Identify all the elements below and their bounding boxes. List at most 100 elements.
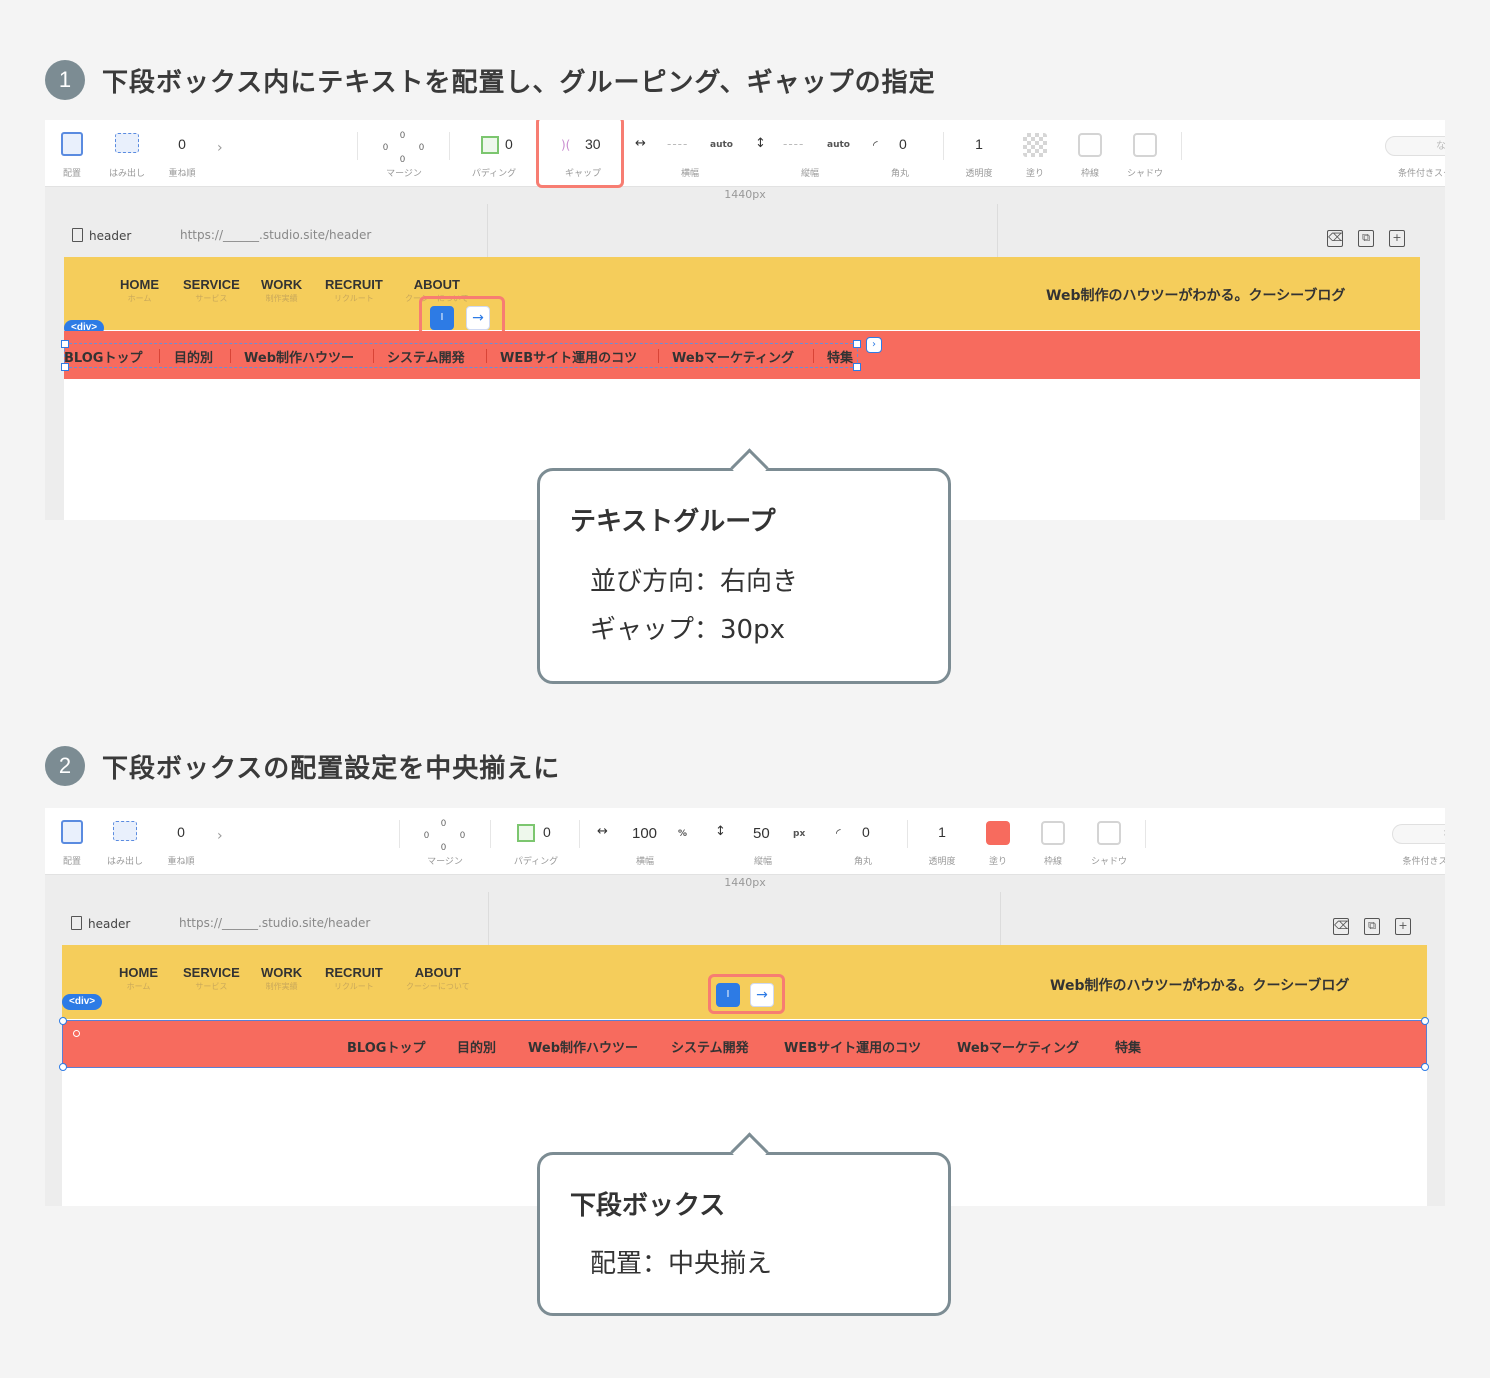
add-page-icon[interactable]: +	[1395, 918, 1411, 935]
blog-nav-item[interactable]: BLOGトップ	[347, 1037, 425, 1056]
page-name[interactable]: header	[71, 916, 130, 931]
resize-handle[interactable]	[853, 363, 861, 371]
z-order-tool[interactable]: 0 重ね順	[167, 120, 197, 186]
nav-item-work[interactable]: WORK 制作実績	[261, 965, 302, 992]
nav-item-service[interactable]: SERVICE サービス	[183, 277, 240, 304]
nav-item-about[interactable]: ABOUT クーシーについて	[406, 965, 470, 992]
width-arrow-icon: ↔	[635, 136, 646, 151]
blog-nav-item[interactable]: Web制作ハウツー	[244, 347, 354, 366]
nav-item-home[interactable]: HOME ホーム	[119, 965, 158, 992]
resize-handle[interactable]	[59, 1017, 67, 1025]
margin-tool[interactable]: 0 0 0 0 マージン	[420, 808, 470, 874]
callout-lower-box: 下段ボックス 配置：中央揃え	[537, 1132, 951, 1316]
page-bar: header https://______.studio.site/header…	[45, 910, 1445, 940]
trash-icon[interactable]: ⌫	[1327, 230, 1344, 247]
placement-tool[interactable]: 配置	[57, 120, 87, 186]
header-lower-box[interactable]: BLOGトップ 目的別 Web制作ハウツー システム開発 WEBサイト運用のコツ…	[59, 1017, 1429, 1071]
resize-handle[interactable]	[1421, 1017, 1429, 1025]
resize-handle[interactable]	[59, 1063, 67, 1071]
fill-tool[interactable]: 塗り	[978, 808, 1018, 874]
chevron-right-icon[interactable]: ›	[217, 828, 223, 844]
chevron-right-icon[interactable]: ›	[217, 140, 223, 156]
border-tool[interactable]: 枠線	[1033, 808, 1073, 874]
div-tag-label: <div>	[62, 994, 103, 1010]
direction-default-button[interactable]: I	[430, 306, 454, 330]
placement-tool[interactable]: 配置	[57, 808, 87, 874]
blog-nav-item[interactable]: システム開発	[671, 1037, 749, 1056]
blog-nav-item[interactable]: BLOGトップ	[64, 347, 142, 366]
corner-radius-icon: ◜	[836, 826, 841, 840]
nav-item-home[interactable]: HOME ホーム	[120, 277, 159, 304]
step-title-1: 下段ボックス内にテキストを配置し、グルーピング、ギャップの指定	[102, 68, 936, 98]
header-lower-box[interactable]: BLOGトップ 目的別 Web制作ハウツー システム開発 WEBサイト運用のコツ…	[61, 331, 1420, 379]
page-name[interactable]: header	[72, 228, 131, 243]
blog-nav-item[interactable]: 目的別	[457, 1037, 496, 1056]
blog-nav-item[interactable]: Webマーケティング	[957, 1037, 1079, 1056]
height-tool[interactable]: ↕ 50 px 縦幅	[713, 808, 813, 874]
nav-item-recruit[interactable]: RECRUIT リクルート	[325, 965, 383, 992]
padding-icon	[481, 136, 499, 154]
opacity-tool[interactable]: 1 透明度	[959, 120, 999, 186]
expand-icon[interactable]: ›	[866, 337, 882, 353]
radius-tool[interactable]: ◜ 0 角丸	[830, 808, 896, 874]
transparent-fill-icon	[1023, 133, 1047, 157]
page-icon	[71, 916, 82, 930]
width-tool[interactable]: ↔ ---- auto 横幅	[635, 120, 745, 186]
blog-nav-item[interactable]: システム開発	[387, 347, 465, 366]
width-tool[interactable]: ↔ 100 % 横幅	[595, 808, 695, 874]
resize-handle[interactable]	[61, 363, 69, 371]
blog-nav-item[interactable]: 特集	[1115, 1037, 1141, 1056]
conditional-style-toggle[interactable]: なし	[1392, 824, 1445, 844]
duplicate-icon[interactable]: ⧉	[1358, 230, 1374, 247]
blog-nav-item[interactable]: 特集	[827, 347, 853, 366]
blog-nav-item[interactable]: 目的別	[174, 347, 213, 366]
direction-right-button[interactable]: →	[750, 983, 774, 1007]
callout-line: 並び方向：右向き	[590, 567, 799, 597]
direction-right-button[interactable]: →	[466, 306, 490, 330]
header-upper-box[interactable]: HOME ホーム SERVICE サービス WORK 制作実績 RECRUIT …	[64, 257, 1420, 330]
site-tagline: Web制作のハウツーがわかる。クーシーブログ	[1050, 978, 1350, 994]
nav-item-service[interactable]: SERVICE サービス	[183, 965, 240, 992]
nav-item-recruit[interactable]: RECRUIT リクルート	[325, 277, 383, 304]
direction-default-button[interactable]: I	[716, 983, 740, 1007]
resize-handle[interactable]	[853, 340, 861, 348]
shadow-tool[interactable]: シャドウ	[1125, 120, 1165, 186]
z-order-tool[interactable]: 0 重ね順	[166, 808, 196, 874]
resize-handle[interactable]	[61, 340, 69, 348]
blog-nav-item[interactable]: Webマーケティング	[672, 347, 794, 366]
page-url: https://______.studio.site/header	[179, 916, 371, 930]
height-tool[interactable]: ↕ ---- auto 縦幅	[755, 120, 865, 186]
blog-nav-item[interactable]: WEBサイト運用のコツ	[500, 347, 637, 366]
duplicate-icon[interactable]: ⧉	[1364, 918, 1380, 935]
nav-item-work[interactable]: WORK 制作実績	[261, 277, 302, 304]
border-icon	[1078, 133, 1102, 157]
margin-tool[interactable]: 0 0 0 0 マージン	[379, 120, 429, 186]
canvas-width-ruler: 1440px	[724, 876, 766, 889]
callout-line: ギャップ：30px	[590, 615, 785, 645]
toolbar-2: 配置 はみ出し 0 重ね順 › 0 0 0 0 マージン 0 パディング ↔ 1…	[45, 808, 1445, 875]
padding-tool[interactable]: 0 パディング	[511, 808, 561, 874]
overflow-tool[interactable]: はみ出し	[105, 808, 145, 874]
resize-handle[interactable]	[1421, 1063, 1429, 1071]
anchor-point-icon[interactable]	[73, 1030, 80, 1037]
overflow-tool[interactable]: はみ出し	[107, 120, 147, 186]
blog-nav-item[interactable]: Web制作ハウツー	[528, 1037, 638, 1056]
border-tool[interactable]: 枠線	[1070, 120, 1110, 186]
placement-icon	[61, 820, 83, 844]
padding-icon	[517, 824, 535, 842]
radius-tool[interactable]: ◜ 0 角丸	[867, 120, 933, 186]
opacity-tool[interactable]: 1 透明度	[922, 808, 962, 874]
height-arrow-icon: ↕	[755, 136, 766, 151]
overflow-icon	[113, 821, 137, 841]
step-number-2: 2	[45, 746, 85, 786]
border-icon	[1041, 821, 1065, 845]
placement-icon	[61, 132, 83, 156]
trash-icon[interactable]: ⌫	[1333, 918, 1350, 935]
blog-nav-item[interactable]: WEBサイト運用のコツ	[784, 1037, 921, 1056]
callout-text-group: テキストグループ 並び方向：右向き ギャップ：30px	[537, 448, 951, 684]
fill-tool[interactable]: 塗り	[1015, 120, 1055, 186]
shadow-tool[interactable]: シャドウ	[1089, 808, 1129, 874]
add-page-icon[interactable]: +	[1389, 230, 1405, 247]
conditional-style-toggle[interactable]: なし	[1385, 136, 1445, 156]
padding-tool[interactable]: 0 パディング	[469, 120, 519, 186]
